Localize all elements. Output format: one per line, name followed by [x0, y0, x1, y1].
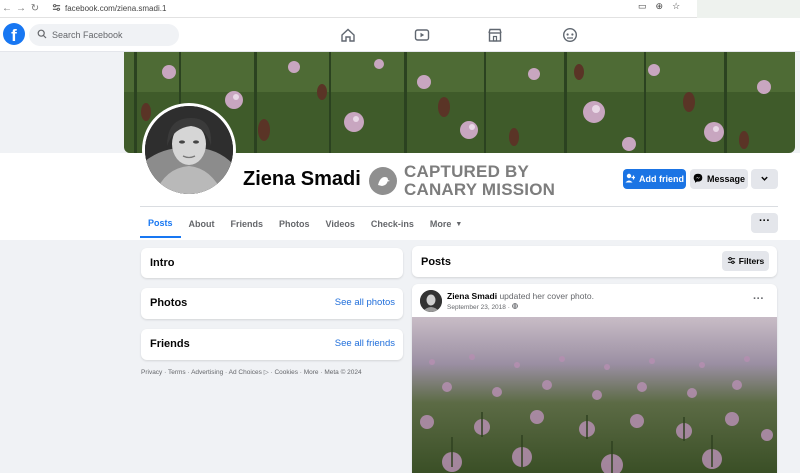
post-date[interactable]: September 23, 2018 · [447, 304, 512, 311]
photos-card: Photos See all photos [141, 288, 403, 319]
tab-photos[interactable]: Photos [271, 210, 318, 238]
add-friend-button[interactable]: Add friend [623, 169, 686, 189]
gaming-icon[interactable] [562, 27, 578, 43]
browser-toolbar: ← → ↻ facebook.com/ziena.smadi.1 ▭ ⊕ ☆ [0, 0, 800, 18]
intro-title: Intro [150, 257, 175, 269]
forward-icon[interactable]: → [14, 3, 28, 14]
post-options-icon[interactable]: ··· [753, 293, 764, 305]
tab-more[interactable]: More ▼ [422, 210, 470, 238]
filters-icon [727, 256, 736, 267]
profile-picture[interactable] [142, 103, 236, 197]
facebook-logo-icon[interactable]: f [3, 23, 25, 45]
tab-more-label: More [429, 219, 452, 229]
footer-links[interactable]: Privacy · Terms · Advertising · Ad Choic… [141, 368, 362, 376]
posts-title: Posts [421, 256, 451, 268]
add-friend-label: Add friend [639, 174, 684, 184]
marketplace-icon[interactable] [487, 27, 503, 43]
caret-down-icon: ▼ [455, 220, 463, 228]
friends-title: Friends [150, 338, 190, 350]
url-text: facebook.com/ziena.smadi.1 [65, 4, 167, 13]
canary-mission-watermark: CAPTURED BY CANARY MISSION [369, 163, 555, 199]
tab-friends[interactable]: Friends [223, 210, 272, 238]
tab-posts[interactable]: Posts [140, 210, 181, 238]
photos-title: Photos [150, 297, 188, 309]
reload-icon[interactable]: ↻ [28, 3, 42, 14]
home-icon[interactable] [340, 27, 356, 43]
back-icon[interactable]: ← [0, 3, 14, 14]
friends-card: Friends See all friends [141, 329, 403, 360]
cast-icon[interactable]: ▭ [638, 1, 647, 12]
canary-bird-icon [369, 167, 397, 195]
post-author-avatar[interactable] [420, 290, 442, 312]
site-info-icon[interactable] [52, 3, 61, 14]
intro-card: Intro [141, 248, 403, 278]
stamp-line-2: CANARY MISSION [404, 180, 556, 199]
message-button[interactable]: Message [690, 169, 748, 189]
filters-label: Filters [738, 256, 765, 266]
messenger-icon [693, 173, 703, 185]
toolbar-extension-area [697, 0, 800, 18]
add-person-icon [625, 173, 635, 185]
tab-about[interactable]: About [181, 210, 223, 238]
see-all-friends-link[interactable]: See all friends [335, 338, 395, 349]
post-author-name[interactable]: Ziena Smadi [447, 291, 497, 301]
post-header-text: Ziena Smadi updated her cover photo. [447, 291, 594, 301]
watch-video-icon[interactable] [414, 27, 430, 43]
zoom-icon[interactable]: ⊕ [656, 1, 664, 12]
bookmark-star-icon[interactable]: ☆ [672, 1, 680, 12]
address-bar[interactable]: facebook.com/ziena.smadi.1 [52, 3, 166, 14]
tab-videos[interactable]: Videos [318, 210, 363, 238]
post-action-text: updated her cover photo. [499, 291, 594, 301]
filters-button[interactable]: Filters [722, 251, 769, 271]
globe-icon [511, 303, 518, 311]
chevron-down-icon [760, 174, 769, 185]
header-divider [140, 206, 778, 207]
tab-check-ins[interactable]: Check-ins [363, 210, 422, 238]
search-icon [37, 29, 47, 41]
see-all-photos-link[interactable]: See all photos [335, 297, 395, 308]
search-input[interactable]: Search Facebook [52, 30, 123, 40]
stamp-line-1: CAPTURED BY [404, 162, 529, 181]
profile-tabs: Posts About Friends Photos Videos Check-… [140, 210, 470, 240]
post-meta: September 23, 2018 · [447, 303, 518, 311]
profile-more-button[interactable] [751, 169, 778, 189]
profile-name: Ziena Smadi [243, 168, 361, 190]
search-box[interactable]: Search Facebook [29, 24, 179, 46]
message-label: Message [706, 174, 746, 184]
tabs-more-options-button[interactable]: ··· [751, 213, 778, 233]
facebook-header: f Search Facebook [0, 18, 800, 52]
post-cover-photo[interactable] [412, 317, 777, 473]
